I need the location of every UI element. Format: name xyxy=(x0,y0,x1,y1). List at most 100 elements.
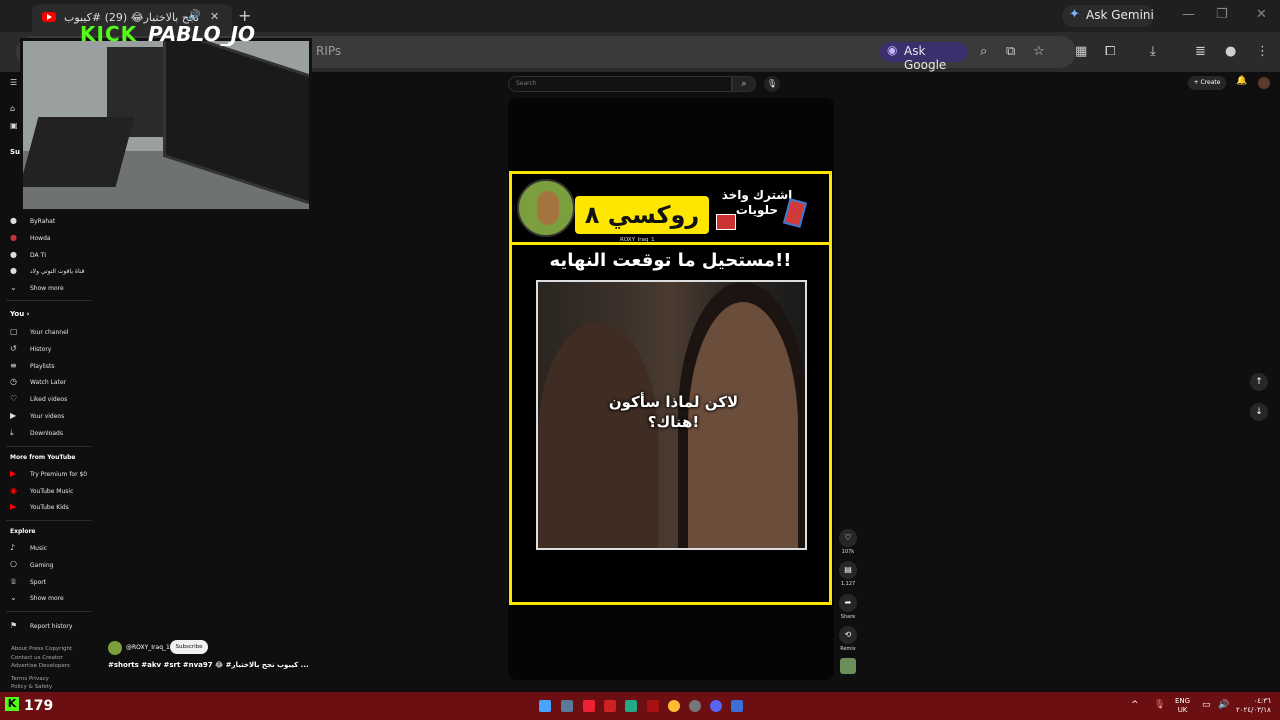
viewer-count: 179 xyxy=(24,698,54,714)
sidebar-item-playlists[interactable]: ≡ Playlists xyxy=(10,361,54,370)
remix-button[interactable]: ⟲ xyxy=(839,626,857,644)
minimize-button[interactable]: — xyxy=(1182,7,1195,22)
share-label: Share xyxy=(840,614,856,620)
subtitle-line: لاكن لماذا سأكون xyxy=(608,393,739,411)
bookmark-star-icon[interactable]: ☆ xyxy=(1033,44,1045,59)
sidebar-item-liked-videos[interactable]: ♡ Liked videos xyxy=(10,394,67,403)
sidebar-divider xyxy=(6,300,92,301)
maximize-button[interactable]: ❐ xyxy=(1216,7,1228,22)
footer-links[interactable]: Terms Privacy xyxy=(11,676,49,682)
network-icon[interactable]: ▭ xyxy=(1202,700,1211,710)
sidebar-item-history[interactable]: ↺ History xyxy=(10,344,51,353)
search-icon[interactable]: ⌕ xyxy=(732,76,756,92)
steam-icon[interactable] xyxy=(561,700,573,712)
qr-code-icon[interactable]: ▦ xyxy=(1075,44,1087,59)
install-app-icon[interactable]: ⧉ xyxy=(1006,44,1015,59)
like-count: 107k xyxy=(841,549,855,555)
sidebar-show-more-explore[interactable]: ⌄ Show more xyxy=(10,593,64,602)
sidebar-sub-dati[interactable]: ● DA TI xyxy=(10,250,46,259)
sidebar-item-label: Report history xyxy=(30,623,73,630)
app-icon[interactable] xyxy=(731,700,743,712)
sidebar-item-label: Try Premium for $0 xyxy=(30,471,88,478)
sidebar-item-report-history[interactable]: ⚑ Report history xyxy=(10,621,72,630)
comments-button[interactable]: ▤ xyxy=(839,561,857,579)
sidebar-sub-howda[interactable]: ● Howda xyxy=(10,233,51,242)
sidebar-item-watch-later[interactable]: ◷ Watch Later xyxy=(10,377,66,386)
sidebar-item-label: Liked videos xyxy=(30,396,68,403)
media-control-icon[interactable]: ≣ xyxy=(1195,44,1206,59)
keyboard-layout: UK xyxy=(1177,706,1188,714)
zoom-icon[interactable]: ⌕ xyxy=(980,44,987,59)
explore-heading: Explore xyxy=(10,528,36,535)
candy-icon xyxy=(716,214,736,230)
notifications-bell-icon[interactable]: 🔔 xyxy=(1236,76,1247,86)
subtitle-line: هناك؟! xyxy=(647,413,700,431)
sidebar-item-label: Your videos xyxy=(30,413,65,420)
obs-icon[interactable] xyxy=(689,700,701,712)
sidebar-item-downloads[interactable]: ⤓ Downloads xyxy=(10,428,63,438)
url-text: RIPs xyxy=(316,44,342,58)
chrome-icon[interactable] xyxy=(668,700,680,712)
youtube-search-input[interactable]: Search xyxy=(508,76,732,92)
sidebar-item-your-channel[interactable]: ▢ Your channel xyxy=(10,327,68,336)
channel-name[interactable]: @ROXY_Iraq_1 xyxy=(126,644,170,651)
avatar[interactable] xyxy=(1258,77,1270,89)
more-from-youtube-heading: More from YouTube xyxy=(10,454,76,461)
close-window-button[interactable]: ✕ xyxy=(1256,7,1267,22)
app-icon[interactable] xyxy=(625,700,637,712)
channel-avatar[interactable] xyxy=(108,641,122,655)
footer-links[interactable]: About Press Copyright xyxy=(11,646,72,652)
clock-time: ٠٤:٣٦ xyxy=(1253,697,1271,705)
sidebar-item-youtube-music[interactable]: ◉ YouTube Music xyxy=(10,486,73,495)
sidebar-item-premium[interactable]: ▶ Try Premium for $0 xyxy=(10,469,87,478)
create-button[interactable]: + Create xyxy=(1188,76,1226,90)
footer-links[interactable]: Advertise Developers xyxy=(11,663,70,669)
volume-icon[interactable]: 🔊 xyxy=(1218,700,1229,710)
man-figure xyxy=(538,322,658,548)
sidebar-sub-byrahat[interactable]: ● ByRahat xyxy=(10,216,55,225)
share-button[interactable]: ➦ xyxy=(839,594,857,612)
microphone-icon[interactable]: 🎙 xyxy=(764,76,780,92)
video-headline: مستحيل ما توقعت النهايه!! xyxy=(549,250,792,271)
app-icon[interactable] xyxy=(604,700,616,712)
video-still-image: لاكن لماذا سأكون هناك؟! xyxy=(536,280,807,550)
video-description[interactable]: #shorts #akv #srt #nva97 😂 #كيبوب نجح با… xyxy=(108,661,309,669)
sidebar-sub-label: ByRahat xyxy=(30,218,56,225)
previous-short-arrow-icon[interactable]: ↑ xyxy=(1250,373,1268,391)
next-short-arrow-icon[interactable]: ↓ xyxy=(1250,403,1268,421)
start-windows-icon[interactable] xyxy=(539,700,551,712)
microphone-tray-icon[interactable]: 🎙 xyxy=(1154,700,1165,710)
language-indicator[interactable]: ENG UK xyxy=(1175,697,1190,715)
discord-icon[interactable] xyxy=(710,700,722,712)
system-clock[interactable]: ٠٤:٣٦ ٢٠٢٤/٠٣/١٨ xyxy=(1236,697,1271,715)
short-video-frame[interactable]: روكسي ٨ ROXY_Iraq_1 اشترك واخذ حلويات مس… xyxy=(509,171,832,605)
app-icon[interactable] xyxy=(647,700,659,712)
sidebar-item-label: Music xyxy=(30,545,48,552)
download-icon[interactable]: ⤓ xyxy=(1150,44,1156,59)
profile-avatar-icon[interactable]: ● xyxy=(1225,44,1236,59)
menu-kebab-icon[interactable]: ⋮ xyxy=(1256,44,1269,59)
you-heading[interactable]: You › xyxy=(10,310,30,318)
sidebar-show-more-subs[interactable]: ⌄ Show more xyxy=(10,283,64,292)
ask-gemini-button[interactable]: ✦ Ask Gemini xyxy=(1062,5,1154,27)
sidebar-sub-label: DA TI xyxy=(30,252,46,259)
sidebar-divider xyxy=(6,446,92,447)
sidebar-item-gaming[interactable]: ⎔ Gaming xyxy=(10,560,53,569)
sidebar-item-youtube-kids[interactable]: ▶ YouTube Kids xyxy=(10,502,69,511)
ask-google-button[interactable]: ◉ Ask Google xyxy=(880,42,968,72)
sidebar-item-sport[interactable]: ♕ Sport xyxy=(10,577,46,586)
footer-links[interactable]: Policy & Safety xyxy=(11,684,52,690)
speaker-icon[interactable]: 🔊 xyxy=(188,10,200,21)
sidebar-sub-arabic-channel[interactable]: ● قناة ياقوت التوتي ولاد xyxy=(10,266,85,275)
footer-links[interactable]: Contact us Creator xyxy=(11,655,63,661)
lens-icon: ◉ xyxy=(887,43,898,57)
extensions-icon[interactable]: ⧠ xyxy=(1105,44,1115,59)
sidebar-sub-label: Howda xyxy=(30,235,51,242)
app-icon[interactable] xyxy=(583,700,595,712)
tray-overflow-chevron-icon[interactable]: ^ xyxy=(1131,700,1139,710)
subscribe-button[interactable]: Subscribe xyxy=(170,640,208,654)
sidebar-item-music[interactable]: ♪ Music xyxy=(10,543,47,552)
sound-thumbnail[interactable] xyxy=(840,658,856,674)
like-button[interactable]: ♡ xyxy=(839,529,857,547)
sidebar-item-your-videos[interactable]: ▶ Your videos xyxy=(10,411,64,420)
